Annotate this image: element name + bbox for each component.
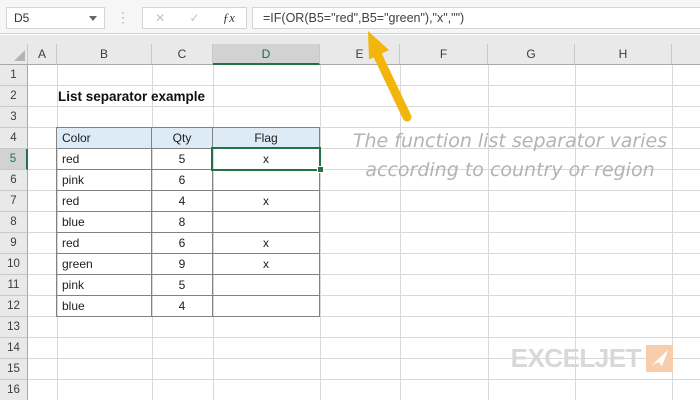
cancel-icon[interactable]: ✕	[143, 8, 177, 28]
row-header-13[interactable]: 13	[0, 317, 28, 338]
formula-bar-resize-handle[interactable]: ⋮	[116, 6, 130, 28]
excel-screenshot: D5 ⋮ ✕ ✓ ƒx =IF(OR(B5="red",B5="green"),…	[0, 0, 700, 400]
cell-d6[interactable]	[213, 170, 320, 191]
annotation-note: The function list separator varies accor…	[332, 127, 688, 185]
gridline	[320, 65, 321, 400]
row-header-6[interactable]: 6	[0, 170, 28, 191]
table-row: green 9 x	[57, 254, 320, 275]
row-header-15[interactable]: 15	[0, 359, 28, 380]
cell-c9[interactable]: 6	[152, 233, 213, 254]
cell-b10[interactable]: green	[57, 254, 152, 275]
formula-input[interactable]: =IF(OR(B5="red",B5="green"),"x","")	[252, 7, 700, 29]
row-header-2[interactable]: 2	[0, 86, 28, 107]
select-all-corner[interactable]	[0, 44, 28, 65]
table-row: pink 5	[57, 275, 320, 296]
column-header-g[interactable]: G	[488, 44, 575, 65]
row-header-1[interactable]: 1	[0, 65, 28, 86]
row-headers: 1 2 3 4 5 6 7 8 9 10 11 12 13 14 15 16	[0, 65, 28, 400]
gridline	[488, 65, 489, 400]
enter-icon[interactable]: ✓	[177, 8, 211, 28]
gridline	[400, 65, 401, 400]
column-header-f[interactable]: F	[400, 44, 488, 65]
cell-c12[interactable]: 4	[152, 296, 213, 317]
cell-d12[interactable]	[213, 296, 320, 317]
row-header-3[interactable]: 3	[0, 107, 28, 128]
cell-b12[interactable]: blue	[57, 296, 152, 317]
table-header-row: Color Qty Flag	[57, 128, 320, 149]
annotation-line2: according to country or region	[332, 156, 688, 185]
selected-cell-outline[interactable]	[211, 147, 321, 171]
exceljet-plane-icon	[646, 345, 673, 372]
annotation-line1: The function list separator varies	[332, 127, 688, 156]
formula-bar: D5 ⋮ ✕ ✓ ƒx =IF(OR(B5="red",B5="green"),…	[0, 0, 700, 34]
cell-b6[interactable]: pink	[57, 170, 152, 191]
column-header-d-selected[interactable]: D	[213, 44, 320, 65]
table-row: pink 6	[57, 170, 320, 191]
cell-c8[interactable]: 8	[152, 212, 213, 233]
row-header-16[interactable]: 16	[0, 380, 28, 400]
cell-d9[interactable]: x	[213, 233, 320, 254]
cell-b11[interactable]: pink	[57, 275, 152, 296]
insert-function-icon[interactable]: ƒx	[212, 8, 246, 28]
cell-b7[interactable]: red	[57, 191, 152, 212]
name-box[interactable]: D5	[6, 7, 105, 29]
fill-handle[interactable]	[317, 166, 324, 173]
cell-d10[interactable]: x	[213, 254, 320, 275]
column-header-partial[interactable]	[672, 44, 700, 65]
cell-d7[interactable]: x	[213, 191, 320, 212]
exceljet-logo: EXCELJET	[511, 343, 673, 374]
cell-b8[interactable]: blue	[57, 212, 152, 233]
chevron-down-icon[interactable]	[89, 16, 97, 21]
cell-d11[interactable]	[213, 275, 320, 296]
formula-text: =IF(OR(B5="red",B5="green"),"x","")	[263, 11, 464, 25]
name-box-value: D5	[14, 11, 29, 25]
cell-c7[interactable]: 4	[152, 191, 213, 212]
table-row: red 6 x	[57, 233, 320, 254]
row-header-5-selected[interactable]: 5	[0, 149, 28, 170]
row-header-12[interactable]: 12	[0, 296, 28, 317]
row-header-4[interactable]: 4	[0, 128, 28, 149]
cell-c6[interactable]: 6	[152, 170, 213, 191]
column-header-e[interactable]: E	[320, 44, 400, 65]
row-header-8[interactable]: 8	[0, 212, 28, 233]
formula-buttons: ✕ ✓ ƒx	[142, 7, 247, 29]
exceljet-logo-text: EXCELJET	[511, 343, 641, 374]
cell-c10[interactable]: 9	[152, 254, 213, 275]
column-header-a[interactable]: A	[28, 44, 57, 65]
row-header-9[interactable]: 9	[0, 233, 28, 254]
column-header-h[interactable]: H	[575, 44, 672, 65]
row-header-10[interactable]: 10	[0, 254, 28, 275]
cell-b9[interactable]: red	[57, 233, 152, 254]
cell-b5[interactable]: red	[57, 149, 152, 170]
sheet-title-cell[interactable]: List separator example	[58, 89, 205, 104]
table-row: red 4 x	[57, 191, 320, 212]
column-header-b[interactable]: B	[57, 44, 152, 65]
row-header-7[interactable]: 7	[0, 191, 28, 212]
table-row: blue 8	[57, 212, 320, 233]
table-row: blue 4	[57, 296, 320, 317]
column-header-c[interactable]: C	[152, 44, 213, 65]
header-qty[interactable]: Qty	[152, 128, 213, 149]
header-color[interactable]: Color	[57, 128, 152, 149]
cell-c11[interactable]: 5	[152, 275, 213, 296]
toolbar-gap	[0, 35, 700, 44]
row-header-14[interactable]: 14	[0, 338, 28, 359]
column-headers: A B C D E F G H	[0, 44, 700, 65]
row-header-11[interactable]: 11	[0, 275, 28, 296]
header-flag[interactable]: Flag	[213, 128, 320, 149]
cell-c5[interactable]: 5	[152, 149, 213, 170]
cell-d8[interactable]	[213, 212, 320, 233]
